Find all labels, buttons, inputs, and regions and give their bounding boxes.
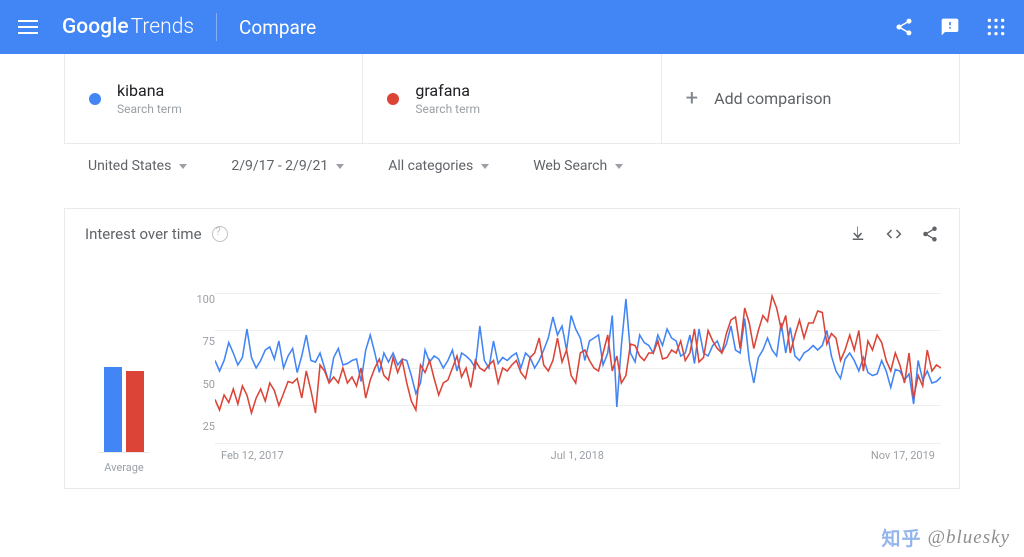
term-card-grafana[interactable]: grafana Search term bbox=[363, 54, 661, 144]
brand-google: Google bbox=[62, 15, 129, 39]
compare-terms-row: kibana Search term grafana Search term +… bbox=[64, 54, 960, 144]
filter-region[interactable]: United States bbox=[88, 158, 187, 174]
y-axis-ticks: 100 75 50 25 bbox=[189, 283, 215, 433]
avg-bar-grafana bbox=[126, 371, 144, 452]
series-color-dot bbox=[387, 93, 399, 105]
y-tick: 100 bbox=[189, 293, 215, 306]
interest-over-time-panel: Interest over time Average bbox=[64, 208, 960, 489]
line-chart: 100 75 50 25 Feb 12, 2017 Jul 1, 2018 N bbox=[189, 283, 941, 474]
zhihu-logo: 知乎 bbox=[882, 524, 922, 551]
watermark-handle: @bluesky bbox=[928, 527, 1010, 549]
download-icon[interactable] bbox=[849, 225, 867, 243]
y-tick: 75 bbox=[189, 335, 215, 348]
info-icon[interactable] bbox=[212, 226, 228, 242]
term-subtitle: Search term bbox=[415, 102, 480, 116]
y-tick: 25 bbox=[189, 420, 215, 433]
feedback-icon[interactable] bbox=[940, 17, 960, 37]
add-comparison-label: Add comparison bbox=[714, 89, 831, 108]
panel-header: Interest over time bbox=[65, 209, 959, 259]
series-color-dot bbox=[89, 93, 101, 105]
brand-trends: Trends bbox=[131, 15, 194, 39]
app-header: Google Trends Compare bbox=[0, 0, 1024, 54]
filter-time-label: 2/9/17 - 2/9/21 bbox=[231, 158, 328, 174]
plot-area bbox=[215, 283, 941, 443]
filter-region-label: United States bbox=[88, 158, 171, 174]
term-name: grafana bbox=[415, 81, 480, 100]
watermark: 知乎 @bluesky bbox=[882, 524, 1010, 551]
x-tick: Nov 17, 2019 bbox=[871, 449, 935, 462]
filters-row: United States 2/9/17 - 2/9/21 All catego… bbox=[64, 144, 960, 188]
add-comparison-button[interactable]: + Add comparison bbox=[662, 54, 960, 144]
share-icon[interactable] bbox=[894, 17, 914, 37]
term-card-kibana[interactable]: kibana Search term bbox=[65, 54, 363, 144]
filter-category[interactable]: All categories bbox=[388, 158, 489, 174]
apps-icon[interactable] bbox=[986, 17, 1006, 37]
embed-icon[interactable] bbox=[885, 225, 903, 243]
chevron-down-icon bbox=[481, 164, 489, 169]
filter-search-type-label: Web Search bbox=[533, 158, 607, 174]
header-divider bbox=[216, 13, 217, 41]
page-section-title: Compare bbox=[239, 16, 316, 39]
panel-title: Interest over time bbox=[85, 225, 202, 243]
x-tick: Feb 12, 2017 bbox=[221, 449, 284, 462]
chevron-down-icon bbox=[336, 164, 344, 169]
filter-category-label: All categories bbox=[388, 158, 473, 174]
y-tick: 50 bbox=[189, 378, 215, 391]
average-bars-chart: Average bbox=[83, 283, 165, 474]
x-tick: Jul 1, 2018 bbox=[551, 449, 604, 462]
average-bars bbox=[98, 303, 150, 453]
chevron-down-icon bbox=[179, 164, 187, 169]
x-axis-ticks: Feb 12, 2017 Jul 1, 2018 Nov 17, 2019 bbox=[189, 449, 941, 462]
term-subtitle: Search term bbox=[117, 102, 182, 116]
menu-icon[interactable] bbox=[18, 20, 38, 34]
chart-body: Average 100 75 50 25 bbox=[65, 259, 959, 488]
average-label: Average bbox=[104, 461, 144, 474]
term-name: kibana bbox=[117, 81, 182, 100]
filter-search-type[interactable]: Web Search bbox=[533, 158, 623, 174]
brand-logo[interactable]: Google Trends bbox=[62, 15, 194, 39]
avg-bar-kibana bbox=[104, 367, 122, 453]
filter-time[interactable]: 2/9/17 - 2/9/21 bbox=[231, 158, 344, 174]
plus-icon: + bbox=[686, 86, 698, 111]
chevron-down-icon bbox=[615, 164, 623, 169]
share-icon[interactable] bbox=[921, 225, 939, 243]
